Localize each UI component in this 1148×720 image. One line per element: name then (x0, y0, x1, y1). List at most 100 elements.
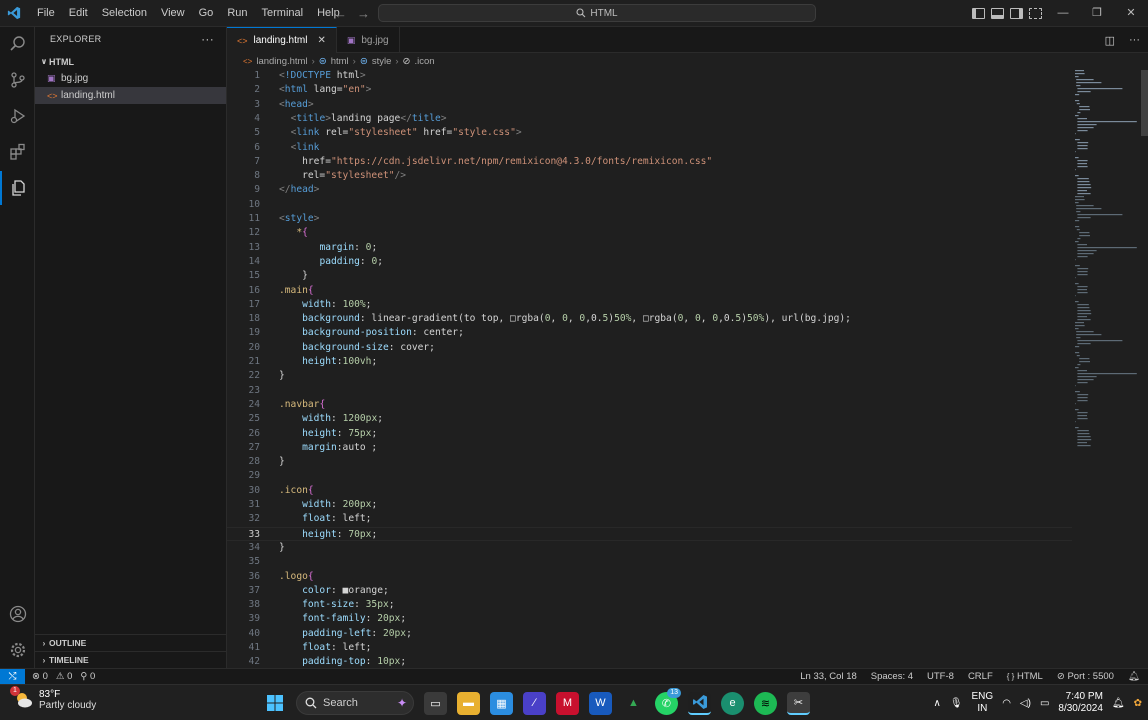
encoding[interactable]: UTF-8 (927, 671, 954, 682)
more-actions-icon[interactable]: ··· (1129, 34, 1140, 46)
copilot-icon[interactable]: ✿ (1134, 698, 1142, 709)
edge-browser-icon[interactable]: e (721, 691, 744, 715)
code-line[interactable]: 14 padding: 0; (227, 255, 1072, 269)
taskbar-search[interactable]: Search ✦ (296, 691, 414, 715)
code-line[interactable]: 23 (227, 384, 1072, 398)
notifications-bell-icon[interactable]: 🔔︎ (1128, 671, 1140, 682)
word-icon[interactable]: W (589, 691, 612, 715)
status-problems[interactable]: ⊗ 0 ⚠ 0 ⚲ 0 (32, 671, 95, 682)
customize-layout-icon[interactable] (1029, 8, 1042, 19)
google-drive-icon[interactable]: ▲ (622, 692, 645, 715)
app-icon[interactable]: ∕ (523, 691, 546, 715)
menu-go[interactable]: Go (192, 0, 221, 27)
file-item-landing-html[interactable]: <> landing.html (35, 87, 226, 104)
file-explorer-icon[interactable]: ▬ (457, 691, 480, 715)
wifi-icon[interactable]: ◠ (1002, 698, 1011, 709)
toggle-panel-icon[interactable] (991, 8, 1004, 19)
code-line[interactable]: 9 </head> (227, 183, 1072, 197)
code-editor[interactable]: 1 <!DOCTYPE html> 2 <html lang="en"> 3 <head>… (227, 68, 1072, 668)
vscode-logo-icon[interactable] (2, 0, 26, 27)
breadcrumb-selector[interactable]: .icon (415, 56, 435, 67)
extensions-icon[interactable] (0, 135, 35, 169)
breadcrumb-file[interactable]: landing.html (256, 56, 307, 67)
snipping-tool-icon[interactable]: ✂ (787, 691, 810, 715)
ports-count[interactable]: ⚲ 0 (80, 671, 95, 682)
back-arrow-icon[interactable]: ← (334, 6, 347, 21)
menu-file[interactable]: File (30, 0, 62, 27)
indentation[interactable]: Spaces: 4 (871, 671, 913, 682)
workspace-folder[interactable]: ∨ HTML (35, 53, 226, 70)
scrollbar-thumb[interactable] (1141, 70, 1148, 136)
battery-icon[interactable]: ▭ (1040, 698, 1049, 709)
minimize-icon[interactable]: — (1046, 0, 1080, 27)
code-line[interactable]: 25 width: 1200px; (227, 412, 1072, 426)
editor-scrollbar[interactable] (1140, 68, 1148, 668)
weather-widget[interactable]: 1 83°F Partly cloudy (10, 686, 96, 711)
microphone-icon[interactable]: 🎙︎ (950, 698, 963, 709)
code-line[interactable]: 33 height: 70px; (227, 526, 1072, 541)
whatsapp-icon[interactable]: ✆ 13 (655, 687, 681, 715)
code-line[interactable]: 3 <head> (227, 98, 1072, 112)
code-line[interactable]: 40 padding-left: 20px; (227, 627, 1072, 641)
code-line[interactable]: 1 <!DOCTYPE html> (227, 69, 1072, 83)
code-line[interactable]: 12 *{ (227, 226, 1072, 240)
microsoft-store-icon[interactable]: ▦ (490, 691, 513, 715)
code-line[interactable]: 35 (227, 555, 1072, 569)
code-line[interactable]: 18 background: linear-gradient(to top, □… (227, 312, 1072, 326)
code-line[interactable]: 19 background-position: center; (227, 326, 1072, 340)
code-line[interactable]: 21 height:100vh; (227, 355, 1072, 369)
code-line[interactable]: 34} (227, 541, 1072, 555)
clock[interactable]: 7:40 PM 8/30/2024 (1058, 691, 1103, 715)
forward-arrow-icon[interactable]: → (357, 6, 370, 21)
code-line[interactable]: 28} (227, 455, 1072, 469)
windows-start-icon[interactable] (263, 692, 286, 715)
mcafee-icon[interactable]: M (556, 691, 579, 715)
code-line[interactable]: 20 background-size: cover; (227, 341, 1072, 355)
cursor-position[interactable]: Ln 33, Col 18 (800, 671, 857, 682)
input-language[interactable]: ENG IN (972, 691, 994, 715)
code-line[interactable]: 13 margin: 0; (227, 241, 1072, 255)
menu-edit[interactable]: Edit (62, 0, 95, 27)
code-line[interactable]: 32 float: left; (227, 512, 1072, 526)
manage-gear-icon[interactable] (0, 633, 35, 667)
accounts-icon[interactable] (0, 597, 35, 631)
code-line[interactable]: 31 width: 200px; (227, 498, 1072, 512)
code-line[interactable]: 37 color: ■orange; (227, 584, 1072, 598)
code-line[interactable]: 4 <title>landing page</title> (227, 112, 1072, 126)
code-line[interactable]: 36 .logo{ (227, 570, 1072, 584)
language-mode[interactable]: { } HTML (1007, 671, 1043, 682)
toggle-secondary-sidebar-icon[interactable] (1010, 8, 1023, 19)
live-server-port[interactable]: ⊘ Port : 5500 (1057, 671, 1114, 682)
code-line[interactable]: 16 .main{ (227, 284, 1072, 298)
end-of-line[interactable]: CRLF (968, 671, 993, 682)
command-center-search[interactable]: HTML (378, 4, 816, 22)
source-control-icon[interactable] (0, 63, 35, 97)
show-hidden-icons-icon[interactable]: ∧ (933, 698, 940, 709)
timeline-section[interactable]: › TIMELINE (35, 651, 227, 668)
code-line[interactable]: 17 width: 100%; (227, 298, 1072, 312)
explorer-files-icon[interactable] (0, 171, 35, 205)
minimap[interactable] (1072, 68, 1140, 468)
code-line[interactable]: 41 float: left; (227, 641, 1072, 655)
code-line[interactable]: 22} (227, 369, 1072, 383)
toggle-primary-sidebar-icon[interactable] (972, 8, 985, 19)
file-item-bg-jpg[interactable]: ▣ bg.jpg (35, 70, 226, 87)
code-line[interactable]: 15 } (227, 269, 1072, 283)
code-line[interactable]: 7 href="https://cdn.jsdelivr.net/npm/rem… (227, 155, 1072, 169)
code-line[interactable]: 8 rel="stylesheet"/> (227, 169, 1072, 183)
code-line[interactable]: 10 (227, 198, 1072, 212)
vscode-taskbar-icon[interactable] (688, 691, 711, 715)
spotify-icon[interactable]: ≋ (754, 691, 777, 715)
menu-view[interactable]: View (154, 0, 192, 27)
menu-run[interactable]: Run (220, 0, 254, 27)
close-tab-icon[interactable]: ✕ (317, 35, 325, 46)
run-debug-icon[interactable] (0, 99, 35, 133)
menu-selection[interactable]: Selection (95, 0, 154, 27)
tab-bg-jpg[interactable]: ▣ bg.jpg (337, 27, 400, 53)
tab-landing-html[interactable]: <> landing.html ✕ (227, 27, 337, 53)
code-line[interactable]: 38 font-size: 35px; (227, 598, 1072, 612)
code-line[interactable]: 39 font-family: 20px; (227, 612, 1072, 626)
activity-search-icon[interactable] (0, 27, 35, 61)
code-line[interactable]: 29 (227, 469, 1072, 483)
code-line[interactable]: 27 margin:auto ; (227, 441, 1072, 455)
